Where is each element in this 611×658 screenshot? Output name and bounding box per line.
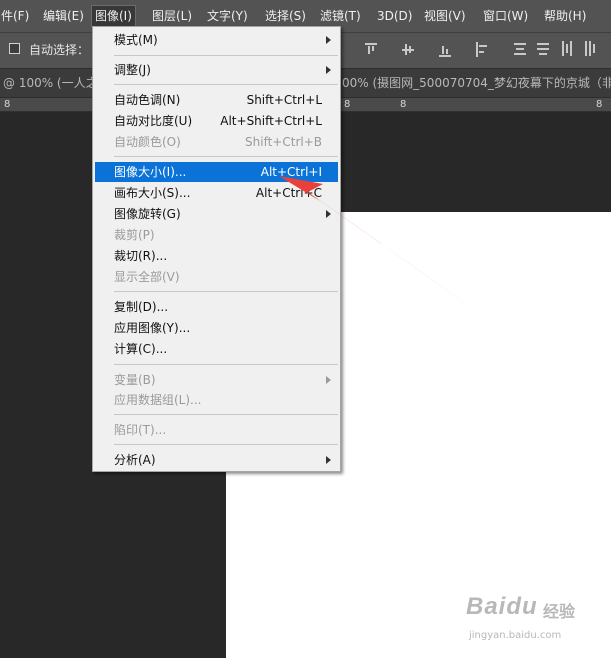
menu-separator <box>114 364 338 365</box>
menu-item-shortcut: Alt+Ctrl+C <box>255 186 322 200</box>
distribute-centers-icon[interactable] <box>537 41 549 58</box>
menu-item-label: 图像旋转(G) <box>114 207 181 221</box>
menu-image[interactable]: 图像(I) <box>91 5 136 27</box>
menu-separator <box>114 414 338 415</box>
align-left-edges-icon[interactable] <box>476 41 488 58</box>
menu-item-analysis[interactable]: 分析(A) <box>95 450 338 470</box>
photoshop-window: 件(F) 编辑(E) 图像(I) 图层(L) 文字(Y) 选择(S) 滤镜(T)… <box>0 0 611 658</box>
menu-item-label: 变量(B) <box>114 373 156 387</box>
menu-item-adjustments[interactable]: 调整(J) <box>95 60 338 80</box>
align-vertical-centers-icon[interactable] <box>402 41 414 58</box>
menu-item-label: 自动色调(N) <box>114 93 181 107</box>
menu-item-image-rotation[interactable]: 图像旋转(G) <box>95 204 338 224</box>
chevron-right-icon <box>326 376 331 384</box>
menu-window[interactable]: 窗口(W) <box>480 5 531 27</box>
menu-item-trap: 陷印(T)... <box>95 420 338 440</box>
menu-item-apply-data-set: 应用数据组(L)... <box>95 390 338 410</box>
menu-select[interactable]: 选择(S) <box>262 5 309 27</box>
chevron-right-icon <box>326 66 331 74</box>
auto-select-label: 自动选择： <box>29 43 90 57</box>
menu-item-label: 陷印(T)... <box>114 423 167 437</box>
menu-item-label: 画布大小(S)... <box>114 186 191 200</box>
ruler-number: 8 <box>4 99 11 110</box>
watermark-product: 经验 <box>543 602 576 621</box>
ruler-number: 8 <box>596 99 603 110</box>
menu-item-auto-color: 自动颜色(O) Shift+Ctrl+B <box>95 132 338 152</box>
distribute-horizontal-icon[interactable] <box>514 41 526 58</box>
menu-item-label: 自动颜色(O) <box>114 135 181 149</box>
document-tab-1[interactable]: @ 100% (一人之 <box>3 74 98 92</box>
menu-item-auto-contrast[interactable]: 自动对比度(U) Alt+Shift+Ctrl+L <box>95 111 338 131</box>
menu-item-label: 裁切(R)... <box>114 249 168 263</box>
menu-item-shortcut: Alt+Shift+Ctrl+L <box>220 114 322 128</box>
menu-item-duplicate[interactable]: 复制(D)... <box>95 297 338 317</box>
chevron-right-icon <box>326 210 331 218</box>
chevron-right-icon <box>326 456 331 464</box>
menu-separator <box>114 291 338 292</box>
menu-item-calculations[interactable]: 计算(C)... <box>95 339 338 359</box>
menu-separator <box>114 84 338 85</box>
distribute-right-icon[interactable] <box>584 41 596 58</box>
menu-item-variables: 变量(B) <box>95 370 338 390</box>
menu-view[interactable]: 视图(V) <box>421 5 469 27</box>
menu-file[interactable]: 件(F) <box>0 5 32 27</box>
distribute-vertical-icon[interactable] <box>561 41 573 58</box>
menu-item-label: 裁剪(P) <box>114 228 155 242</box>
menu-item-apply-image[interactable]: 应用图像(Y)... <box>95 318 338 338</box>
align-top-edges-icon[interactable] <box>365 41 377 58</box>
alignment-toolbar <box>365 41 610 59</box>
menu-item-canvas-size[interactable]: 画布大小(S)... Alt+Ctrl+C <box>95 183 338 203</box>
ruler-number: 8 <box>400 99 407 110</box>
menu-item-label: 应用数据组(L)... <box>114 393 202 407</box>
auto-select-checkbox[interactable] <box>9 43 20 54</box>
menu-item-shortcut: Alt+Ctrl+I <box>260 165 322 179</box>
menu-layer[interactable]: 图层(L) <box>149 5 195 27</box>
align-bottom-edges-icon[interactable] <box>439 41 451 58</box>
menu-item-label: 分析(A) <box>114 453 156 467</box>
menu-item-shortcut: Shift+Ctrl+L <box>246 93 322 107</box>
watermark-url: jingyan.baidu.com <box>469 630 562 641</box>
menu-item-label: 应用图像(Y)... <box>114 321 191 335</box>
menu-item-label: 显示全部(V) <box>114 270 180 284</box>
menu-item-label: 调整(J) <box>114 63 151 77</box>
menu-item-label: 图像大小(I)... <box>114 165 187 179</box>
menu-item-trim[interactable]: 裁切(R)... <box>95 246 338 266</box>
menu-item-label: 计算(C)... <box>114 342 168 356</box>
menu-item-label: 复制(D)... <box>114 300 169 314</box>
menu-separator <box>114 444 338 445</box>
menu-edit[interactable]: 编辑(E) <box>40 5 87 27</box>
chevron-right-icon <box>326 36 331 44</box>
ruler-number: 8 <box>344 99 351 110</box>
menu-type[interactable]: 文字(Y) <box>204 5 251 27</box>
menu-item-label: 模式(M) <box>114 33 158 47</box>
menu-help[interactable]: 帮助(H) <box>541 5 589 27</box>
menu-filter[interactable]: 滤镜(T) <box>317 5 364 27</box>
menu-item-shortcut: Shift+Ctrl+B <box>245 135 322 149</box>
watermark-brand: Baidu <box>466 593 538 620</box>
menu-3d[interactable]: 3D(D) <box>374 5 415 27</box>
baidu-jingyan-watermark: Baidu 经验 jingyan.baidu.com <box>466 590 606 650</box>
menu-item-mode[interactable]: 模式(M) <box>95 30 338 50</box>
menu-item-auto-tone[interactable]: 自动色调(N) Shift+Ctrl+L <box>95 90 338 110</box>
menu-separator <box>114 156 338 157</box>
document-tab-2[interactable]: 00% (摄图网_500070704_梦幻夜幕下的京城（非 <box>342 74 611 92</box>
image-menu-dropdown: 模式(M) 调整(J) 自动色调(N) Shift+Ctrl+L 自动对比度(U)… <box>92 26 341 472</box>
menu-item-reveal-all: 显示全部(V) <box>95 267 338 287</box>
menu-separator <box>114 55 338 56</box>
menu-item-label: 自动对比度(U) <box>114 114 193 128</box>
menu-item-crop: 裁剪(P) <box>95 225 338 245</box>
menu-item-image-size[interactable]: 图像大小(I)... Alt+Ctrl+I <box>95 162 338 182</box>
